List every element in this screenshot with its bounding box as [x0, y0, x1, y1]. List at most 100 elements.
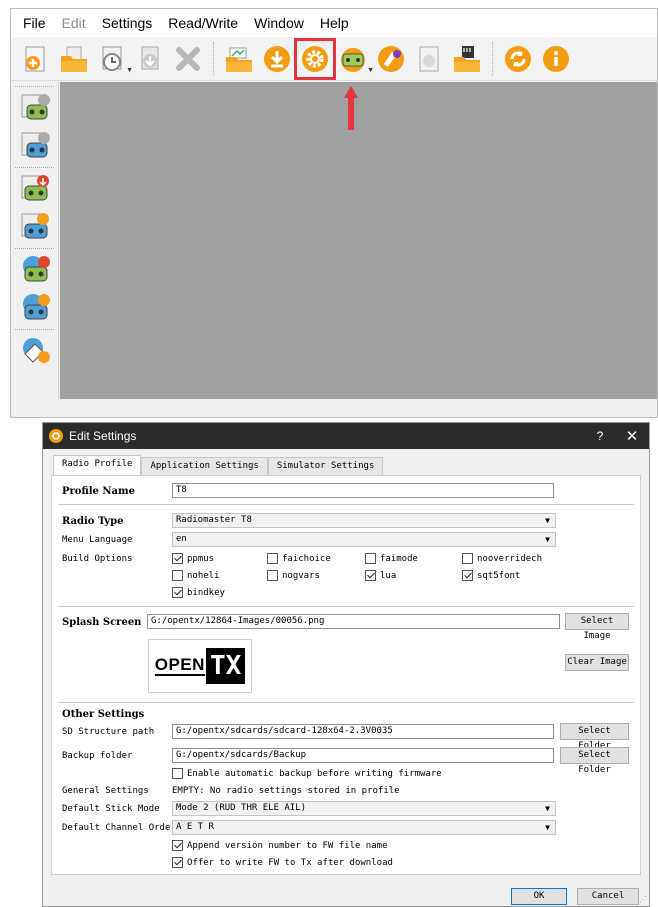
menu-help[interactable]: Help — [312, 9, 357, 37]
read-radio-icon[interactable] — [19, 210, 53, 244]
checkbox-box — [172, 587, 183, 598]
build-option-checkbox[interactable]: nooverridech — [462, 553, 542, 564]
stick-mode-label: Default Stick Mode — [62, 804, 160, 814]
menu-bar: File Edit Settings Read/Write Window Hel… — [11, 9, 657, 37]
ok-button[interactable]: OK — [511, 888, 567, 905]
menu-window[interactable]: Window — [246, 9, 312, 37]
radio-profile-panel: Profile Name T8 Radio Type Radiomaster T… — [51, 475, 641, 875]
backup-folder-field[interactable]: G:/opentx/sdcards/Backup — [172, 748, 554, 763]
download-icon[interactable] — [260, 42, 294, 76]
clear-image-button[interactable]: Clear Image — [565, 654, 629, 671]
other-settings-label: Other Settings — [62, 709, 145, 720]
menu-file[interactable]: File — [15, 9, 54, 37]
resize-grip-icon[interactable]: ⋰ — [639, 895, 647, 904]
build-option-checkbox[interactable]: nogvars — [267, 570, 320, 581]
checkbox-box — [365, 553, 376, 564]
opentx-logo: OPEN TX — [154, 648, 246, 684]
main-body — [11, 82, 657, 417]
checkbox-box — [267, 570, 278, 581]
help-button[interactable]: ? — [585, 429, 615, 443]
profile-name-field[interactable]: T8 — [172, 483, 554, 498]
build-option-checkbox[interactable]: noheli — [172, 570, 220, 581]
sd-path-label: SD Structure path — [62, 727, 155, 737]
sd-path-field[interactable]: G:/opentx/sdcards/sdcard-128x64-2.3V0035 — [172, 724, 554, 739]
build-option-checkbox[interactable]: bindkey — [172, 587, 225, 598]
write-radio-icon[interactable] — [19, 172, 53, 206]
checkbox-box — [462, 553, 473, 564]
menu-edit[interactable]: Edit — [54, 9, 94, 37]
tab-application-settings[interactable]: Application Settings — [141, 457, 268, 475]
side-separator — [15, 167, 54, 168]
settings-gear-icon — [49, 429, 63, 443]
build-option-label: lua — [380, 570, 397, 581]
upload-folder-icon[interactable] — [222, 42, 256, 76]
chevron-down-icon: ▼ — [545, 804, 550, 813]
build-option-label: sqt5font — [477, 570, 521, 581]
cancel-button[interactable]: Cancel — [577, 888, 639, 905]
select-backup-folder-button[interactable]: Select Folder — [560, 747, 629, 775]
build-option-checkbox[interactable]: faichoice — [267, 553, 331, 564]
tab-radio-profile[interactable]: Radio Profile — [53, 455, 142, 475]
general-settings-label: General Settings — [62, 786, 149, 796]
stick-mode-select[interactable]: Mode 2 (RUD THR ELE AIL) ▼ — [172, 801, 556, 816]
channel-order-value: A E T R — [176, 822, 214, 832]
radio-settings-icon[interactable]: ▼ — [336, 42, 374, 76]
settings-tabs: Radio Profile Application Settings Simul… — [53, 455, 384, 475]
settings-gear-icon[interactable] — [294, 37, 336, 80]
side-toolbar — [11, 82, 59, 399]
checkbox-box — [462, 570, 473, 581]
info-icon[interactable] — [539, 42, 573, 76]
build-option-checkbox[interactable]: sqt5font — [462, 570, 520, 581]
refresh-icon[interactable] — [501, 42, 535, 76]
checkbox-box — [267, 553, 278, 564]
select-image-button[interactable]: Select Image — [565, 613, 629, 641]
radio-type-select[interactable]: Radiomaster T8 ▼ — [172, 513, 556, 528]
build-option-label: ppmus — [187, 553, 215, 564]
splash-screen-label: Splash Screen — [62, 617, 142, 628]
close-file-icon[interactable] — [171, 42, 205, 76]
build-option-label: nogvars — [282, 570, 320, 581]
backup-folder-label: Backup folder — [62, 751, 133, 761]
menu-language-label: Menu Language — [62, 535, 133, 545]
toolbar-separator — [492, 41, 493, 76]
select-sd-folder-button[interactable]: Select Folder — [560, 723, 629, 751]
main-toolbar: ▼ ▼ — [11, 37, 657, 81]
backup-radio-icon[interactable] — [19, 334, 53, 368]
tab-simulator-settings[interactable]: Simulator Settings — [267, 457, 384, 475]
edit-settings-dialog: Edit Settings ? ✕ Radio Profile Applicat… — [42, 422, 650, 907]
close-button[interactable]: ✕ — [615, 427, 649, 445]
read-models-icon[interactable] — [19, 129, 53, 163]
write-models-icon[interactable] — [19, 91, 53, 125]
divider — [58, 606, 634, 607]
recent-files-icon[interactable]: ▼ — [95, 42, 133, 76]
build-option-checkbox[interactable]: ppmus — [172, 553, 214, 564]
write-firmware-icon[interactable] — [19, 253, 53, 287]
build-option-label: faichoice — [282, 553, 331, 564]
read-firmware-icon[interactable] — [19, 291, 53, 325]
channel-order-select[interactable]: A E T R ▼ — [172, 820, 556, 835]
sd-card-icon[interactable] — [450, 42, 484, 76]
menu-settings[interactable]: Settings — [94, 9, 161, 37]
build-option-checkbox[interactable]: faimode — [365, 553, 418, 564]
radio-type-value: Radiomaster T8 — [176, 515, 252, 525]
build-option-checkbox[interactable]: lua — [365, 570, 396, 581]
compare-icon[interactable] — [374, 42, 408, 76]
open-folder-icon[interactable] — [57, 42, 91, 76]
new-file-icon[interactable] — [19, 42, 53, 76]
logo-tx-text: TX — [205, 648, 246, 684]
toolbar-separator — [213, 41, 214, 76]
auto-backup-checkbox[interactable]: Enable automatic backup before writing f… — [172, 768, 442, 779]
print-icon[interactable] — [412, 42, 446, 76]
channel-order-label: Default Channel Order — [62, 823, 176, 833]
save-icon[interactable] — [133, 42, 167, 76]
menu-read-write[interactable]: Read/Write — [160, 9, 246, 37]
splash-preview: OPEN TX — [148, 639, 252, 693]
build-option-label: bindkey — [187, 587, 225, 598]
offer-write-checkbox[interactable]: Offer to write FW to Tx after download — [172, 857, 393, 868]
logo-open-text: OPEN — [154, 655, 205, 676]
append-version-checkbox[interactable]: Append version number to FW file name — [172, 840, 387, 851]
splash-path-field[interactable]: G:/opentx/12864-Images/00056.png — [147, 614, 560, 629]
menu-language-select[interactable]: en ▼ — [172, 532, 556, 547]
offer-write-label: Offer to write FW to Tx after download — [187, 857, 393, 868]
side-separator — [15, 248, 54, 249]
